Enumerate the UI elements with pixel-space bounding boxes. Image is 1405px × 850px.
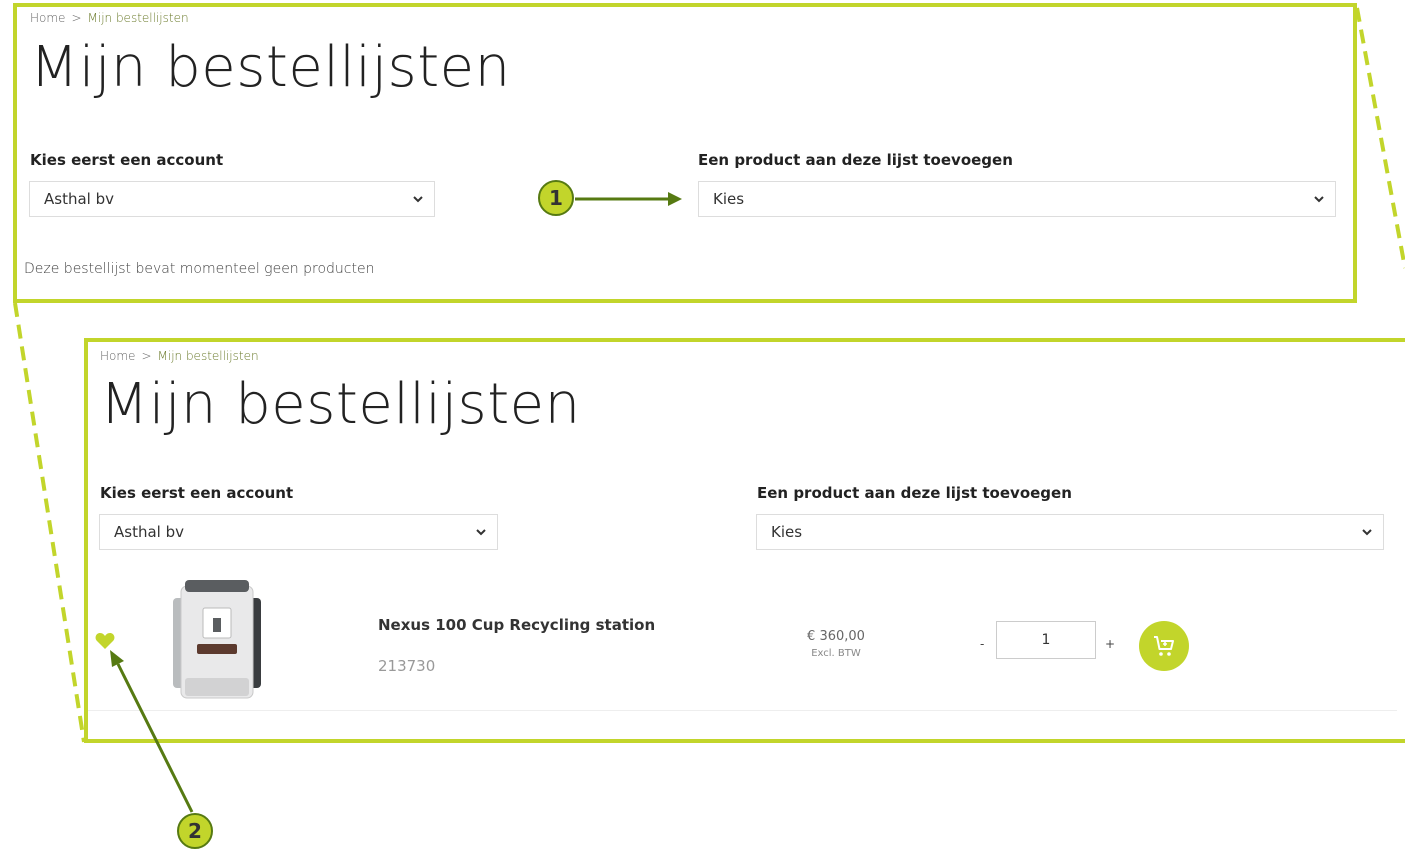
- breadcrumb-home[interactable]: Home: [100, 349, 135, 363]
- dashed-connector-right: [1355, 7, 1405, 269]
- add-product-label: Een product aan deze lijst toevoegen: [757, 484, 1072, 502]
- qty-increase-button[interactable]: +: [1105, 637, 1115, 651]
- dashed-connector-left: [13, 302, 86, 743]
- breadcrumb-current[interactable]: Mijn bestellijsten: [88, 11, 189, 25]
- chevron-down-icon: [413, 196, 423, 203]
- page-title: Mijn bestellijsten: [100, 372, 581, 437]
- callout-badge-1: 1: [538, 180, 574, 216]
- account-select[interactable]: Asthal bv: [29, 181, 435, 217]
- cart-icon: [1154, 636, 1174, 656]
- account-select-value: Asthal bv: [114, 523, 184, 541]
- account-label: Kies eerst een account: [30, 151, 224, 169]
- empty-list-message: Deze bestellijst bevat momenteel geen pr…: [24, 261, 375, 277]
- add-product-select[interactable]: Kies: [698, 181, 1336, 217]
- heart-icon[interactable]: [95, 632, 115, 650]
- product-price: € 360,00: [807, 629, 865, 644]
- chevron-down-icon: [476, 529, 486, 536]
- product-image[interactable]: [167, 578, 267, 703]
- add-product-select-value: Kies: [713, 190, 745, 208]
- order-list-panel-filled: Home > Mijn bestellijsten Mijn bestellijst…: [87, 340, 1405, 740]
- breadcrumb: Home > Mijn bestellijsten: [30, 11, 189, 25]
- add-product-select-value: Kies: [771, 523, 803, 541]
- add-to-cart-button[interactable]: [1139, 621, 1189, 671]
- page-title: Mijn bestellijsten: [30, 35, 511, 100]
- list-item: Nexus 100 Cup Recycling station 213730 €…: [87, 570, 1397, 711]
- account-select[interactable]: Asthal bv: [99, 514, 498, 550]
- breadcrumb: Home > Mijn bestellijsten: [100, 349, 259, 363]
- callout-badge-2: 2: [177, 813, 213, 849]
- qty-input[interactable]: 1: [996, 621, 1096, 659]
- breadcrumb-separator: >: [141, 349, 152, 363]
- add-product-label: Een product aan deze lijst toevoegen: [698, 151, 1013, 169]
- breadcrumb-current[interactable]: Mijn bestellijsten: [158, 349, 259, 363]
- account-label: Kies eerst een account: [100, 484, 294, 502]
- account-select-value: Asthal bv: [44, 190, 114, 208]
- order-list-panel-empty: Home > Mijn bestellijsten Mijn bestellijst…: [16, 5, 1354, 300]
- product-name[interactable]: Nexus 100 Cup Recycling station: [378, 616, 655, 634]
- add-product-select[interactable]: Kies: [756, 514, 1384, 550]
- product-sku: 213730: [378, 657, 436, 675]
- chevron-down-icon: [1314, 196, 1324, 203]
- breadcrumb-home[interactable]: Home: [30, 11, 65, 25]
- price-vat-note: Excl. BTW: [811, 648, 861, 659]
- chevron-down-icon: [1362, 529, 1372, 536]
- qty-decrease-button[interactable]: -: [980, 637, 984, 651]
- breadcrumb-separator: >: [71, 11, 82, 25]
